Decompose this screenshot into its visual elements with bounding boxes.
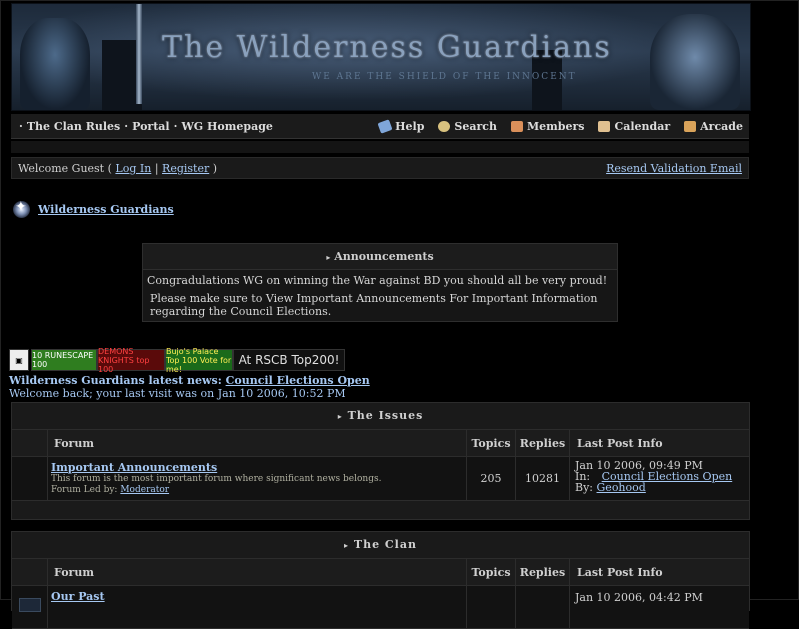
welcome-bar: Welcome Guest ( Log In | Register ) Rese… [11,157,749,179]
runescape-top100-button[interactable]: 10 RUNESCAPE 100 [31,349,97,371]
arrow-right-icon: ▸ [326,252,331,262]
login-link[interactable]: Log In [115,162,151,175]
arrow-right-icon: ▸ [344,540,350,550]
column-headers: Forum Topics Replies Last Post Info [12,559,749,586]
board-star-icon [13,199,30,218]
announcements-body: Congradulations WG on winning the War ag… [143,270,617,318]
nav-links-left: · The Clan Rules · Portal · WG Homepage [19,119,273,133]
forum-last-post: Jan 10 2006, 09:49 PM In: Council Electi… [569,457,749,500]
members-icon [510,120,523,132]
column-headers: Forum Topics Replies Last Post Info [12,430,749,457]
calendar-icon [598,120,611,132]
col-topics: Topics [466,430,515,456]
header-banner: The Wilderness Guardians WE ARE THE SHIE… [11,3,751,111]
forum-status-icon [12,457,47,500]
forum-link-our-past[interactable]: Our Past [51,590,105,603]
last-post-user-link[interactable]: Geohood [597,481,646,494]
category-header: ▸ The Issues [12,403,749,430]
forum-description: This forum is the most important forum w… [51,474,382,484]
breadcrumb: Wilderness Guardians [13,199,174,218]
announcements-box: ▸ Announcements Congradulations WG on wi… [142,243,618,322]
banner-motto: WE ARE THE SHIELD OF THE INNOCENT [312,72,577,82]
rss-icon[interactable]: ▣ [9,349,29,371]
category-footer [12,501,749,519]
col-forum: Forum [47,559,466,585]
help-icon [377,118,393,134]
forum-link-important-announcements[interactable]: Important Announcements [51,461,217,474]
nav-links-right: Help Search Members Calendar Arcade [377,118,749,134]
latest-news-link[interactable]: Council Elections Open [226,374,370,387]
nav-arcade[interactable]: Arcade [684,120,743,133]
search-icon [438,120,451,132]
last-visit-text: Welcome back; your last visit was on Jan… [9,387,346,400]
forum-page: The Wilderness Guardians WE ARE THE SHIE… [0,0,799,629]
welcome-text: Welcome Guest ( Log In | Register ) [18,161,218,175]
breadcrumb-home-link[interactable]: Wilderness Guardians [38,203,174,216]
spacer-bar [11,141,749,153]
arrow-right-icon: ▸ [337,411,343,421]
nav-search[interactable]: Search [438,120,497,133]
forum-row: Our Past Jan 10 2006, 04:42 PM [12,586,749,629]
nav-calendar[interactable]: Calendar [598,120,670,133]
topsite-buttons: ▣ 10 RUNESCAPE 100 DEMONS KNIGHTS top 10… [9,347,345,374]
forum-replies-count: 10281 [515,457,569,500]
latest-news: Wilderness Guardians latest news: Counci… [9,374,370,387]
arcade-icon [684,120,697,132]
rscb-top200-button[interactable]: At RSCB Top200! [233,349,345,371]
col-forum: Forum [47,430,466,456]
announcement-line-1: Congradulations WG on winning the War ag… [147,274,608,287]
nav-portal[interactable]: Portal [132,120,170,133]
register-link[interactable]: Register [162,162,209,175]
announcement-line-2: Please make sure to View Important Annou… [150,292,598,318]
category-header: ▸ The Clan [12,532,749,559]
col-topics: Topics [466,559,515,585]
nav-members[interactable]: Members [510,120,584,133]
nav-wg-homepage[interactable]: WG Homepage [181,120,272,133]
col-replies: Replies [515,430,569,456]
forum-moderator-link[interactable]: Moderator [120,485,169,495]
forum-topics-count: 205 [466,457,515,500]
nav-help[interactable]: Help [377,118,424,134]
resend-validation-link[interactable]: Resend Validation Email [606,162,742,175]
col-last-post: Last Post Info [569,559,749,585]
banner-figure-left [20,18,90,110]
nav-bar: · The Clan Rules · Portal · WG Homepage … [11,114,749,139]
category-the-issues: ▸ The Issues Forum Topics Replies Last P… [11,402,750,520]
col-replies: Replies [515,559,569,585]
category-the-clan: ▸ The Clan Forum Topics Replies Last Pos… [11,531,750,629]
announcements-header: ▸ Announcements [143,244,617,270]
col-last-post: Last Post Info [569,430,749,456]
banner-title: The Wilderness Guardians [162,30,612,65]
demons-knights-button[interactable]: DEMONS KNIGHTS top 100 [97,347,165,374]
banner-sword [136,4,142,104]
nav-clan-rules[interactable]: The Clan Rules [27,120,120,133]
forum-last-post: Jan 10 2006, 04:42 PM [569,586,749,628]
bujos-palace-button[interactable]: Bujo's Palace Top 100 Vote for me! [165,347,233,374]
forum-row: Important Announcements This forum is th… [12,457,749,501]
forum-folder-icon [19,598,41,612]
